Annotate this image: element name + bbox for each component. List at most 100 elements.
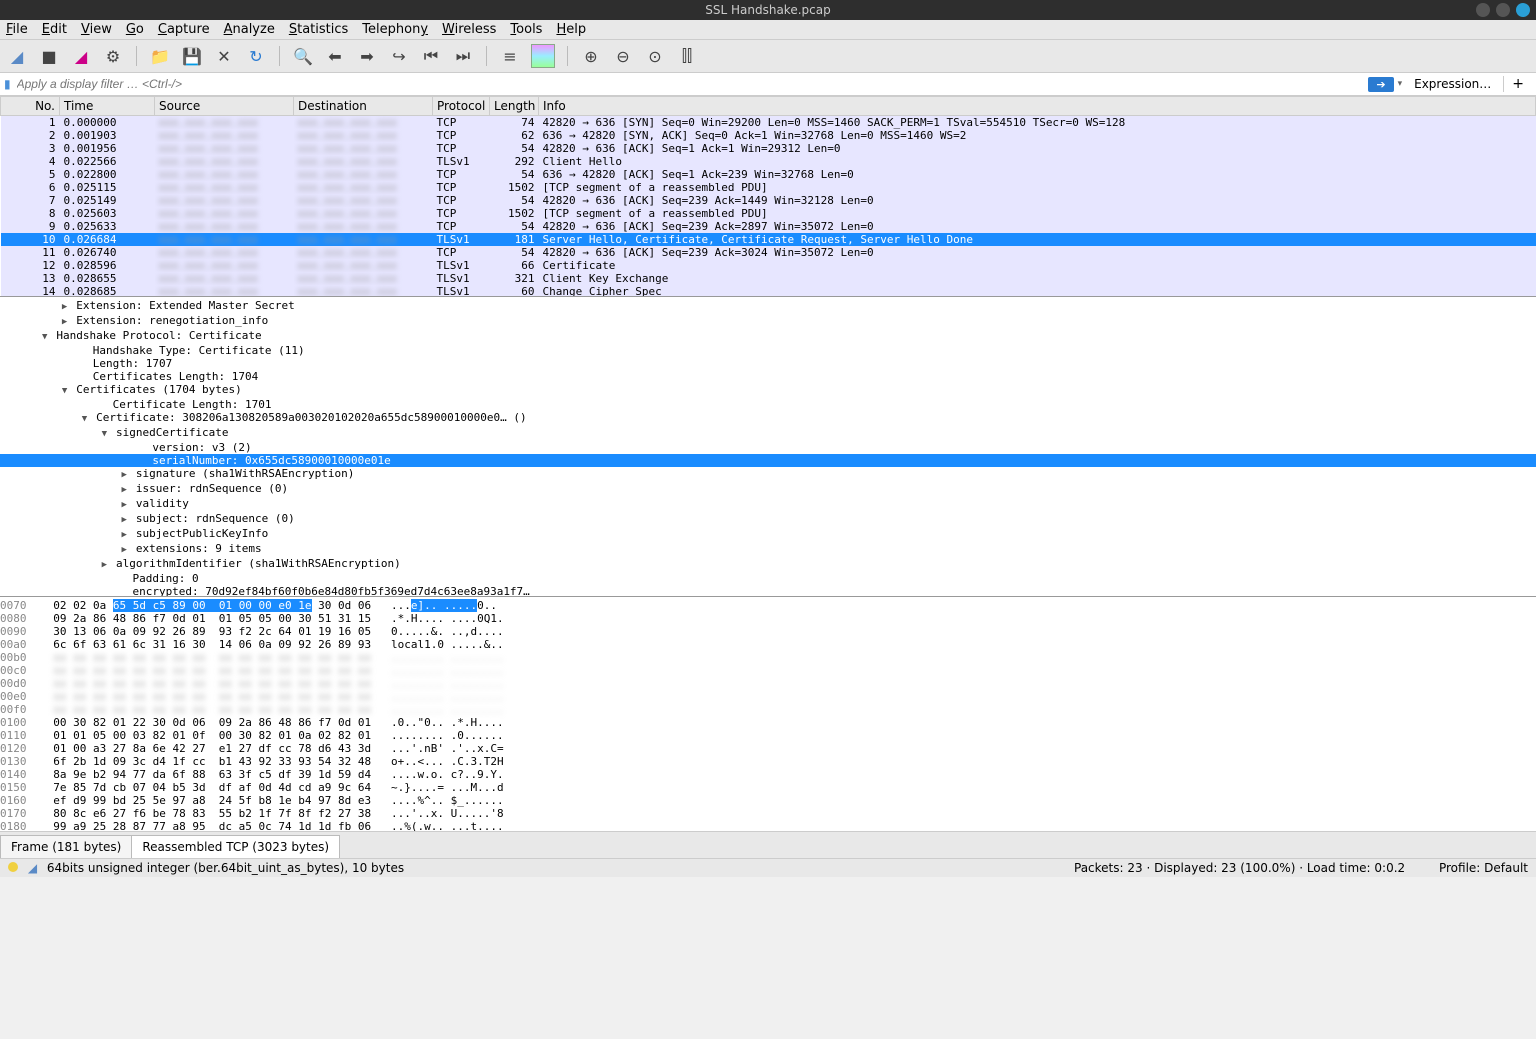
menu-wireless[interactable]: Wireless <box>442 22 496 37</box>
add-filter-button[interactable]: + <box>1503 76 1532 92</box>
detail-line[interactable]: ▶ issuer: rdnSequence (0) <box>0 482 1536 497</box>
hex-line[interactable]: 00c0 xx xx xx xx xx xx xx xx xx xx xx xx… <box>0 664 1536 677</box>
hex-line[interactable]: 0070 02 02 0a 65 5d c5 89 00 01 00 00 e0… <box>0 599 1536 612</box>
packet-row[interactable]: 80.025603xxx.xxx.xxx.xxxxxx.xxx.xxx.xxxT… <box>1 207 1536 220</box>
packet-row[interactable]: 110.026740xxx.xxx.xxx.xxxxxx.xxx.xxx.xxx… <box>1 246 1536 259</box>
col-length[interactable]: Length <box>490 97 539 116</box>
wireshark-icon[interactable]: ◢ <box>28 861 37 875</box>
hex-line[interactable]: 0080 09 2a 86 48 86 f7 0d 01 01 05 05 00… <box>0 612 1536 625</box>
detail-line[interactable]: Padding: 0 <box>0 572 1536 585</box>
packet-details[interactable]: ▶ Extension: Extended Master Secret ▶ Ex… <box>0 297 1536 597</box>
bookmark-icon[interactable]: ▮ <box>4 77 11 91</box>
hex-line[interactable]: 0170 80 8c e6 27 f6 be 78 83 55 b2 1f 7f… <box>0 807 1536 820</box>
packet-row[interactable]: 20.001903xxx.xxx.xxx.xxxxxx.xxx.xxx.xxxT… <box>1 129 1536 142</box>
autoscroll-icon[interactable]: ≡ <box>499 45 521 67</box>
hex-line[interactable]: 00f0 xx xx xx xx xx xx xx xx xx xx xx xx… <box>0 703 1536 716</box>
last-icon[interactable]: ⏭ <box>452 45 474 67</box>
menu-analyze[interactable]: Analyze <box>224 22 275 37</box>
detail-line[interactable]: ▼ signedCertificate <box>0 426 1536 441</box>
menu-statistics[interactable]: Statistics <box>289 22 348 37</box>
col-info[interactable]: Info <box>539 97 1536 116</box>
menu-file[interactable]: File <box>6 22 28 37</box>
colorize-icon[interactable] <box>531 44 555 68</box>
expression-button[interactable]: Expression… <box>1406 77 1499 91</box>
col-destination[interactable]: Destination <box>294 97 433 116</box>
save-icon[interactable]: 💾 <box>181 45 203 67</box>
close-file-icon[interactable]: ✕ <box>213 45 235 67</box>
tab-reassembled[interactable]: Reassembled TCP (3023 bytes) <box>131 835 340 858</box>
hex-pane[interactable]: 0070 02 02 0a 65 5d c5 89 00 01 00 00 e0… <box>0 597 1536 831</box>
detail-line[interactable]: serialNumber: 0x655dc58900010000e01e <box>0 454 1536 467</box>
menu-telephony[interactable]: Telephony <box>362 22 428 37</box>
menu-edit[interactable]: Edit <box>42 22 67 37</box>
detail-line[interactable]: ▶ Extension: Extended Master Secret <box>0 299 1536 314</box>
hex-line[interactable]: 00b0 xx xx xx xx xx xx xx xx xx xx xx xx… <box>0 651 1536 664</box>
first-icon[interactable]: ⏮ <box>420 45 442 67</box>
menu-view[interactable]: View <box>81 22 112 37</box>
options-icon[interactable]: ⚙ <box>102 45 124 67</box>
detail-line[interactable]: Length: 1707 <box>0 357 1536 370</box>
detail-line[interactable]: ▶ Extension: renegotiation_info <box>0 314 1536 329</box>
packet-row[interactable]: 140.028685xxx.xxx.xxx.xxxxxx.xxx.xxx.xxx… <box>1 285 1536 297</box>
detail-line[interactable]: ▶ extensions: 9 items <box>0 542 1536 557</box>
menu-go[interactable]: Go <box>126 22 144 37</box>
close-icon[interactable] <box>1516 3 1530 17</box>
hex-line[interactable]: 0090 30 13 06 0a 09 92 26 89 93 f2 2c 64… <box>0 625 1536 638</box>
hex-line[interactable]: 0160 ef d9 99 bd 25 5e 97 a8 24 5f b8 1e… <box>0 794 1536 807</box>
hex-line[interactable]: 0120 01 00 a3 27 8a 6e 42 27 e1 27 df cc… <box>0 742 1536 755</box>
open-icon[interactable]: 📁 <box>149 45 171 67</box>
packet-row[interactable]: 130.028655xxx.xxx.xxx.xxxxxx.xxx.xxx.xxx… <box>1 272 1536 285</box>
expert-info-icon[interactable] <box>8 862 18 872</box>
hex-line[interactable]: 0110 01 01 05 00 03 82 01 0f 00 30 82 01… <box>0 729 1536 742</box>
packet-row[interactable]: 30.001956xxx.xxx.xxx.xxxxxx.xxx.xxx.xxxT… <box>1 142 1536 155</box>
hex-line[interactable]: 0140 8a 9e b2 94 77 da 6f 88 63 3f c5 df… <box>0 768 1536 781</box>
detail-line[interactable]: ▼ Certificate: 308206a130820589a00302010… <box>0 411 1536 426</box>
tab-frame[interactable]: Frame (181 bytes) <box>0 835 132 858</box>
detail-line[interactable]: Certificate Length: 1701 <box>0 398 1536 411</box>
packet-row[interactable]: 40.022566xxx.xxx.xxx.xxxxxx.xxx.xxx.xxxT… <box>1 155 1536 168</box>
status-profile[interactable]: Profile: Default <box>1439 861 1528 875</box>
detail-line[interactable]: encrypted: 70d92ef84bf60f0b6e84d80fb5f36… <box>0 585 1536 597</box>
filter-apply-button[interactable]: ➔ <box>1368 77 1393 92</box>
display-filter-input[interactable] <box>15 75 1365 93</box>
menu-tools[interactable]: Tools <box>510 22 542 37</box>
hex-line[interactable]: 0100 00 30 82 01 22 30 0d 06 09 2a 86 48… <box>0 716 1536 729</box>
restart-icon[interactable]: ◢ <box>70 45 92 67</box>
detail-line[interactable]: ▶ subject: rdnSequence (0) <box>0 512 1536 527</box>
prev-icon[interactable]: ⬅ <box>324 45 346 67</box>
col-no[interactable]: No. <box>1 97 60 116</box>
detail-line[interactable]: ▶ signature (sha1WithRSAEncryption) <box>0 467 1536 482</box>
detail-line[interactable]: ▶ algorithmIdentifier (sha1WithRSAEncryp… <box>0 557 1536 572</box>
hex-line[interactable]: 0130 6f 2b 1d 09 3c d4 1f cc b1 43 92 33… <box>0 755 1536 768</box>
packet-row[interactable]: 10.000000xxx.xxx.xxx.xxxxxx.xxx.xxx.xxxT… <box>1 116 1536 130</box>
maximize-icon[interactable] <box>1496 3 1510 17</box>
resize-cols-icon[interactable]: ⫿⫿ <box>676 45 698 67</box>
stop-icon[interactable]: ■ <box>38 45 60 67</box>
packet-row[interactable]: 50.022800xxx.xxx.xxx.xxxxxx.xxx.xxx.xxxT… <box>1 168 1536 181</box>
packet-row[interactable]: 70.025149xxx.xxx.xxx.xxxxxx.xxx.xxx.xxxT… <box>1 194 1536 207</box>
next-icon[interactable]: ➡ <box>356 45 378 67</box>
detail-line[interactable]: Handshake Type: Certificate (11) <box>0 344 1536 357</box>
hex-line[interactable]: 0150 7e 85 7d cb 07 04 b5 3d df af 0d 4d… <box>0 781 1536 794</box>
col-time[interactable]: Time <box>60 97 155 116</box>
jump-icon[interactable]: ↪ <box>388 45 410 67</box>
hex-line[interactable]: 0180 99 a9 25 28 87 77 a8 95 dc a5 0c 74… <box>0 820 1536 831</box>
detail-line[interactable]: ▶ subjectPublicKeyInfo <box>0 527 1536 542</box>
menu-help[interactable]: Help <box>556 22 586 37</box>
hex-line[interactable]: 00e0 xx xx xx xx xx xx xx xx xx xx xx xx… <box>0 690 1536 703</box>
col-source[interactable]: Source <box>155 97 294 116</box>
detail-line[interactable]: ▶ validity <box>0 497 1536 512</box>
packet-row[interactable]: 100.026684xxx.xxx.xxx.xxxxxx.xxx.xxx.xxx… <box>1 233 1536 246</box>
zoom-out-icon[interactable]: ⊖ <box>612 45 634 67</box>
detail-line[interactable]: version: v3 (2) <box>0 441 1536 454</box>
hex-line[interactable]: 00a0 6c 6f 63 61 6c 31 16 30 14 06 0a 09… <box>0 638 1536 651</box>
menu-capture[interactable]: Capture <box>158 22 210 37</box>
find-icon[interactable]: 🔍 <box>292 45 314 67</box>
minimize-icon[interactable] <box>1476 3 1490 17</box>
detail-line[interactable]: ▼ Certificates (1704 bytes) <box>0 383 1536 398</box>
shark-fin-icon[interactable]: ◢ <box>6 45 28 67</box>
zoom-reset-icon[interactable]: ⊙ <box>644 45 666 67</box>
packet-list[interactable]: No. Time Source Destination Protocol Len… <box>0 96 1536 297</box>
zoom-in-icon[interactable]: ⊕ <box>580 45 602 67</box>
reload-icon[interactable]: ↻ <box>245 45 267 67</box>
